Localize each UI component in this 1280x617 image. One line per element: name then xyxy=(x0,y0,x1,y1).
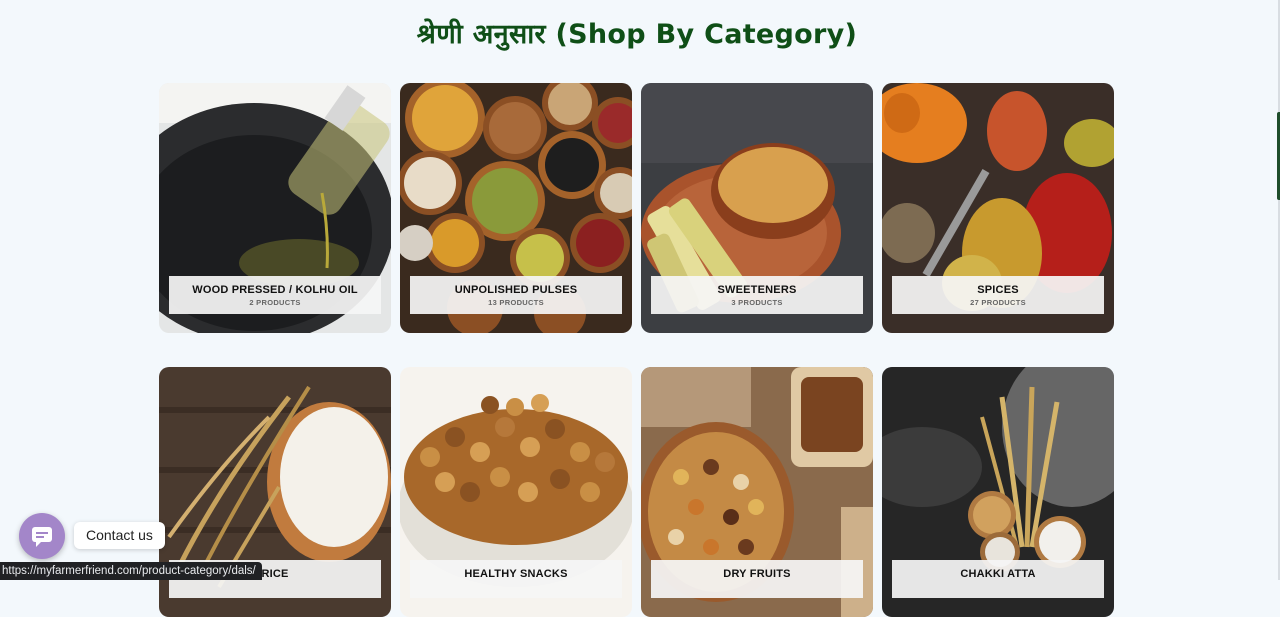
category-label-box: WOOD PRESSED / KOLHU OIL 2 PRODUCTS xyxy=(169,276,381,314)
category-product-count: 3 PRODUCTS xyxy=(731,298,783,307)
category-label-box: SWEETENERS 3 PRODUCTS xyxy=(651,276,863,314)
contact-us-label[interactable]: Contact us xyxy=(74,522,165,549)
status-bar-url: https://myfarmerfriend.com/product-categ… xyxy=(0,562,262,580)
category-card-wood-pressed-oil[interactable]: WOOD PRESSED / KOLHU OIL 2 PRODUCTS xyxy=(159,83,391,333)
category-name: SPICES xyxy=(977,284,1019,296)
category-card-spices[interactable]: SPICES 27 PRODUCTS xyxy=(882,83,1114,333)
category-card-unpolished-pulses[interactable]: UNPOLISHED PULSES 13 PRODUCTS xyxy=(400,83,632,333)
category-product-count: 27 PRODUCTS xyxy=(970,298,1026,307)
category-label-box: DRY FRUITS xyxy=(651,560,863,598)
chat-bubble-icon xyxy=(32,527,52,547)
category-name: UNPOLISHED PULSES xyxy=(454,284,578,296)
category-product-count: 13 PRODUCTS xyxy=(488,298,544,307)
contact-chat-button[interactable] xyxy=(19,513,65,559)
category-label-box: CHAKKI ATTA xyxy=(892,560,1104,598)
category-label-box: HEALTHY SNACKS xyxy=(410,560,622,598)
category-name: CHAKKI ATTA xyxy=(960,568,1036,580)
category-grid: WOOD PRESSED / KOLHU OIL 2 PRODUCTS UNPO… xyxy=(0,0,1280,617)
category-name: DRY FRUITS xyxy=(723,568,791,580)
category-name: WOOD PRESSED / KOLHU OIL xyxy=(192,284,358,296)
category-label-box: SPICES 27 PRODUCTS xyxy=(892,276,1104,314)
category-name: HEALTHY SNACKS xyxy=(464,568,568,580)
category-label-box: UNPOLISHED PULSES 13 PRODUCTS xyxy=(410,276,622,314)
category-card-sweeteners[interactable]: SWEETENERS 3 PRODUCTS xyxy=(641,83,873,333)
category-product-count: 2 PRODUCTS xyxy=(249,298,301,307)
category-name: SWEETENERS xyxy=(717,284,797,296)
